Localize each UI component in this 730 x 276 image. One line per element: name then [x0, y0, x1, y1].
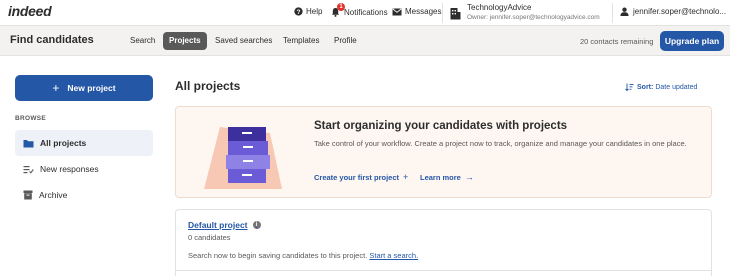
divider [176, 270, 711, 271]
plus-icon: + [52, 81, 60, 95]
divider [442, 3, 443, 23]
browse-label: BROWSE [15, 115, 47, 122]
svg-text:?: ? [297, 9, 301, 16]
sort-value: Date updated [655, 83, 698, 91]
company-switcher[interactable]: TechnologyAdvice Owner: jennifer.soper@t… [450, 3, 600, 22]
promo-description: Take control of your workflow. Create a … [314, 139, 687, 148]
notifications-link[interactable]: 1 Notifications [331, 3, 388, 17]
project-candidate-count: 0 candidates [188, 233, 231, 242]
archive-icon [23, 190, 33, 200]
page-title: Find candidates [10, 34, 94, 46]
tab-profile[interactable]: Profile [328, 32, 363, 50]
company-owner: Owner: jennifer.soper@technologyadvice.c… [467, 14, 600, 21]
sort-label: Sort: [637, 83, 654, 91]
plus-icon: + [403, 172, 409, 182]
notifications-label: Notifications [344, 7, 388, 17]
promo-banner: Start organizing your candidates with pr… [175, 106, 712, 198]
help-icon: ? [294, 7, 303, 16]
new-project-button[interactable]: + New project [15, 75, 153, 101]
sort-icon [625, 83, 634, 91]
start-search-link[interactable]: Start a search. [369, 251, 418, 260]
help-label: Help [306, 7, 323, 16]
user-email: jennifer.soper@technolo... [633, 7, 727, 16]
upgrade-plan-button[interactable]: Upgrade plan [660, 31, 724, 51]
sidebar-item-label: New responses [40, 164, 99, 174]
learn-more-label: Learn more [420, 172, 461, 182]
project-card: Default project i 0 candidates Search no… [175, 209, 712, 276]
secondary-nav: Find candidates Search Projects Saved se… [0, 26, 730, 56]
drawers-illustration-icon [204, 127, 282, 189]
user-icon [620, 7, 629, 16]
company-name: TechnologyAdvice [467, 3, 532, 12]
tab-templates[interactable]: Templates [277, 32, 325, 50]
divider [612, 3, 613, 23]
create-project-label: Create your first project [314, 172, 400, 182]
tab-saved-searches[interactable]: Saved searches [209, 32, 278, 50]
sidebar-item-label: Archive [39, 190, 68, 200]
folder-icon [23, 139, 34, 147]
learn-more-link[interactable]: Learn more → [420, 172, 474, 182]
sidebar-item-all-projects[interactable]: All projects [15, 130, 153, 156]
sidebar-item-archive[interactable]: Archive [15, 182, 153, 208]
sidebar-item-label: All projects [40, 138, 87, 148]
notification-count-badge: 1 [337, 3, 345, 11]
main-title: All projects [175, 79, 241, 93]
help-link[interactable]: ? Help [294, 7, 322, 16]
create-first-project-link[interactable]: Create your first project + [314, 172, 408, 182]
building-icon [450, 8, 461, 20]
messages-label: Messages [405, 7, 442, 16]
empty-text: Search now to begin saving candidates to… [188, 251, 368, 260]
new-project-label: New project [67, 83, 116, 93]
top-bar: indeed ? Help 1 Notifications Messages T… [0, 0, 730, 26]
sort-control[interactable]: Sort: Date updated [625, 83, 697, 91]
contacts-remaining: 20 contacts remaining [580, 37, 654, 46]
arrow-right-icon: → [464, 172, 474, 182]
indeed-logo[interactable]: indeed [8, 3, 52, 19]
project-name: Default project [188, 220, 248, 230]
envelope-icon [392, 8, 402, 15]
promo-title: Start organizing your candidates with pr… [314, 120, 568, 132]
messages-link[interactable]: Messages [392, 7, 441, 16]
tab-projects[interactable]: Projects [163, 32, 207, 50]
project-name-link[interactable]: Default project i [188, 220, 261, 230]
tab-search[interactable]: Search [124, 32, 161, 50]
bell-icon: 1 [331, 3, 345, 17]
info-icon[interactable]: i [252, 221, 261, 229]
project-empty-message: Search now to begin saving candidates to… [188, 251, 418, 260]
user-menu[interactable]: jennifer.soper@technolo... [620, 7, 726, 16]
sidebar-item-new-responses[interactable]: New responses [15, 156, 153, 182]
new-responses-icon [23, 165, 34, 174]
